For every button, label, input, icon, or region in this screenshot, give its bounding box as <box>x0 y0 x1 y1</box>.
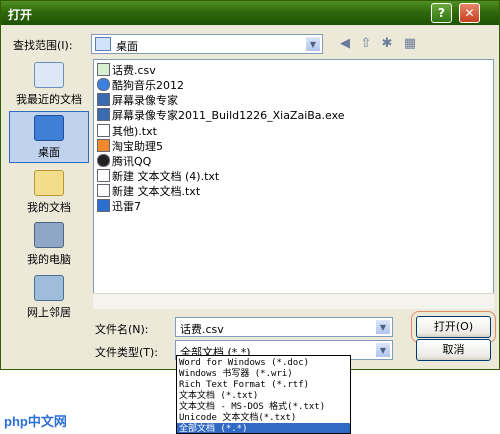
file-list[interactable]: 话费.csv 酷狗音乐2012 屏幕录像专家 屏幕录像专家2011_Build1… <box>93 59 494 309</box>
file-name: 话费.csv <box>112 64 156 77</box>
file-item[interactable]: 屏幕录像专家 <box>97 92 178 107</box>
dialog-title: 打开 <box>8 8 33 22</box>
place-label: 我最近的文档 <box>16 93 82 106</box>
file-item[interactable]: 迅雷7 <box>97 198 141 213</box>
file-item[interactable]: 其他).txt <box>97 123 157 138</box>
close-button[interactable]: ✕ <box>459 3 480 23</box>
filename-value: 话费.csv <box>180 323 224 336</box>
title-bar[interactable]: 打开 ? ✕ <box>1 1 499 25</box>
file-item[interactable]: 话费.csv <box>97 62 156 77</box>
up-folder-icon[interactable]: ⇧ <box>357 35 375 53</box>
kugou-icon <box>97 78 110 91</box>
help-button[interactable]: ? <box>431 3 452 23</box>
look-in-label: 查找范围(I): <box>13 39 73 52</box>
file-name: 新建 文本文档.txt <box>112 185 201 198</box>
new-folder-icon[interactable]: ✱ <box>378 35 396 53</box>
place-my-documents[interactable]: 我的文档 <box>9 167 89 219</box>
filetype-option-selected[interactable]: 全部文档 (*.*) <box>177 423 350 433</box>
place-label: 我的文档 <box>27 201 71 214</box>
file-name: 腾讯QQ <box>112 155 152 168</box>
csv-file-icon <box>97 63 110 76</box>
file-name: 迅雷7 <box>112 200 141 213</box>
taobao-assistant-icon <box>97 139 110 152</box>
filename-label: 文件名(N): <box>95 323 149 336</box>
screen-recorder-icon <box>97 93 110 106</box>
file-item[interactable]: 腾讯QQ <box>97 153 151 168</box>
text-file-icon <box>97 124 110 137</box>
back-icon[interactable]: ◀ <box>336 35 354 53</box>
open-file-dialog: 打开 ? ✕ 查找范围(I): 桌面 ▼ ◀ ⇧ ✱ ▦ 我最近的文档 桌面 我… <box>0 0 500 370</box>
my-computer-icon <box>34 222 64 248</box>
thunder-icon <box>97 199 110 212</box>
filetype-label: 文件类型(T): <box>95 346 159 359</box>
file-name: 淘宝助理5 <box>112 140 163 153</box>
chevron-down-icon[interactable]: ▼ <box>375 342 391 358</box>
place-label: 我的电脑 <box>27 253 71 266</box>
recent-documents-icon <box>34 62 64 88</box>
place-label: 网上邻居 <box>27 306 71 319</box>
look-in-combo[interactable]: 桌面 ▼ <box>91 34 323 54</box>
file-item[interactable]: 新建 文本文档 (4).txt <box>97 168 219 183</box>
view-menu-icon[interactable]: ▦ <box>399 35 421 53</box>
file-item[interactable]: 新建 文本文档.txt <box>97 183 200 198</box>
chevron-down-icon[interactable]: ▼ <box>375 319 391 335</box>
open-button[interactable]: 打开(O) <box>411 311 496 343</box>
file-name: 其他).txt <box>112 125 157 138</box>
file-item[interactable]: 酷狗音乐2012 <box>97 77 184 92</box>
file-item[interactable]: 屏幕录像专家2011_Build1226_XiaZaiBa.exe <box>97 107 345 122</box>
file-item[interactable]: 淘宝助理5 <box>97 138 163 153</box>
my-documents-icon <box>34 170 64 196</box>
file-name: 新建 文本文档 (4).txt <box>112 170 220 183</box>
place-desktop[interactable]: 桌面 <box>9 111 89 163</box>
file-name: 屏幕录像专家 <box>112 94 178 107</box>
horizontal-scrollbar[interactable] <box>93 293 494 309</box>
place-my-computer[interactable]: 我的电脑 <box>9 219 89 271</box>
qq-icon <box>97 154 110 167</box>
place-recent-documents[interactable]: 我最近的文档 <box>9 59 89 111</box>
filetype-dropdown-list[interactable]: Word for Windows (*.doc) Windows 书写器 (*.… <box>176 355 351 434</box>
text-file-icon <box>97 169 110 182</box>
file-name: 酷狗音乐2012 <box>112 79 184 92</box>
chevron-down-icon[interactable]: ▼ <box>305 36 321 52</box>
places-bar: 我最近的文档 桌面 我的文档 我的电脑 网上邻居 <box>9 59 89 331</box>
network-icon <box>34 275 64 301</box>
file-name: 屏幕录像专家2011_Build1226_XiaZaiBa.exe <box>112 109 345 122</box>
look-in-value: 桌面 <box>116 40 138 53</box>
cancel-button[interactable]: 取消 <box>416 339 491 361</box>
watermark-text: php中文网 <box>4 414 67 429</box>
desktop-icon <box>95 37 111 51</box>
exe-file-icon <box>97 108 110 121</box>
place-label: 桌面 <box>38 146 60 159</box>
filename-combo[interactable]: 话费.csv ▼ <box>175 317 393 337</box>
place-network[interactable]: 网上邻居 <box>9 272 89 324</box>
desktop-icon <box>34 115 64 141</box>
text-file-icon <box>97 184 110 197</box>
